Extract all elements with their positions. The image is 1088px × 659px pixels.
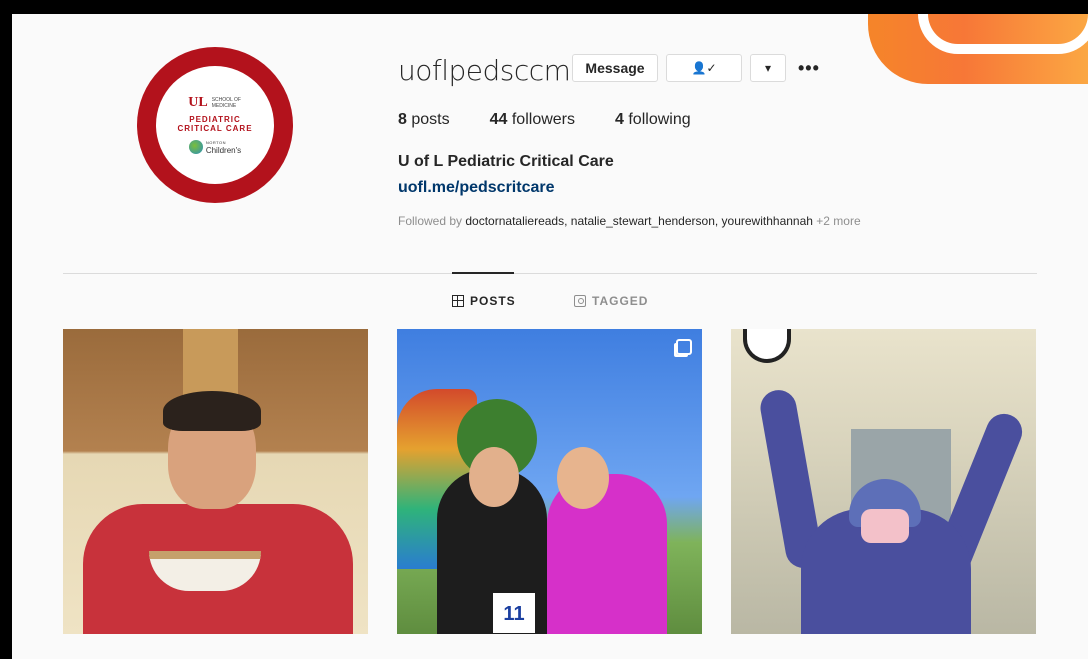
followers-stat[interactable]: 44 followers <box>490 111 575 129</box>
following-stat[interactable]: 4 following <box>615 111 691 129</box>
following-button[interactable]: 👤✓ <box>666 54 742 82</box>
post-thumbnail[interactable] <box>63 329 368 634</box>
posts-label: posts <box>411 111 450 128</box>
posts-count: 8 <box>398 111 407 128</box>
post-photo-detail <box>861 509 909 543</box>
instagram-logo-icon <box>868 14 1088 84</box>
post-thumbnail[interactable]: 11 <box>397 329 702 634</box>
posts-stat: 8 posts <box>398 111 450 129</box>
profile-avatar[interactable]: UL SCHOOL OF MEDICINE PEDIATRIC CRITICAL… <box>137 47 293 203</box>
tab-posts-label: POSTS <box>470 294 516 308</box>
post-thumbnail[interactable] <box>731 329 1036 634</box>
avatar-line2: CRITICAL CARE <box>177 124 253 133</box>
chevron-down-icon: ▾ <box>764 61 772 75</box>
suggestions-dropdown-button[interactable]: ▾ <box>750 54 786 82</box>
followed-by-prefix: Followed by <box>398 214 466 228</box>
multiple-photos-icon <box>676 339 692 355</box>
tabs-divider <box>63 273 1037 274</box>
more-options-button[interactable]: ••• <box>798 54 820 82</box>
followers-label: followers <box>511 111 575 128</box>
following-count: 4 <box>615 111 624 128</box>
avatar-logo: UL SCHOOL OF MEDICINE PEDIATRIC CRITICAL… <box>156 66 274 184</box>
race-bib: 11 <box>493 593 535 633</box>
tag-icon <box>574 295 586 307</box>
post-photo-detail <box>557 447 609 509</box>
tab-tagged-label: TAGGED <box>592 294 649 308</box>
norton-logo: NORTON Children's <box>188 139 241 155</box>
more-horizontal-icon: ••• <box>798 57 820 78</box>
ul-logo: UL <box>188 95 208 110</box>
post-photo-detail <box>163 391 261 431</box>
profile-username: uoflpedsccm <box>398 54 571 87</box>
followed-by-names: doctornataliereads, natalie_stewart_hend… <box>465 214 813 228</box>
person-check-icon: 👤✓ <box>691 61 717 75</box>
following-label: following <box>628 111 691 128</box>
profile-link[interactable]: uofl.me/pedscritcare <box>398 179 555 197</box>
norton-partner: Children's <box>205 146 242 155</box>
tab-tagged[interactable]: TAGGED <box>574 294 648 308</box>
followed-by-suffix: +2 more <box>812 214 861 228</box>
followed-by-text[interactable]: Followed by doctornataliereads, natalie_… <box>398 214 861 228</box>
profile-page: UL SCHOOL OF MEDICINE PEDIATRIC CRITICAL… <box>12 14 1088 659</box>
message-button[interactable]: Message <box>572 54 658 82</box>
avatar-line1: PEDIATRIC <box>189 115 241 124</box>
profile-full-name: U of L Pediatric Critical Care <box>398 153 614 170</box>
active-tab-indicator <box>452 272 514 274</box>
followers-count: 44 <box>489 111 508 128</box>
post-photo-detail <box>469 447 519 507</box>
norton-mark-icon <box>188 140 203 154</box>
grid-icon <box>452 295 464 307</box>
profile-stats: 8 posts 44 followers 4 following <box>398 111 731 129</box>
ul-school-text: SCHOOL OF MEDICINE <box>211 97 241 109</box>
norton-text: NORTON Children's <box>206 139 241 155</box>
tab-posts[interactable]: POSTS <box>452 294 516 308</box>
post-photo-detail <box>743 329 791 363</box>
ul-logo-row: UL SCHOOL OF MEDICINE <box>188 95 241 111</box>
